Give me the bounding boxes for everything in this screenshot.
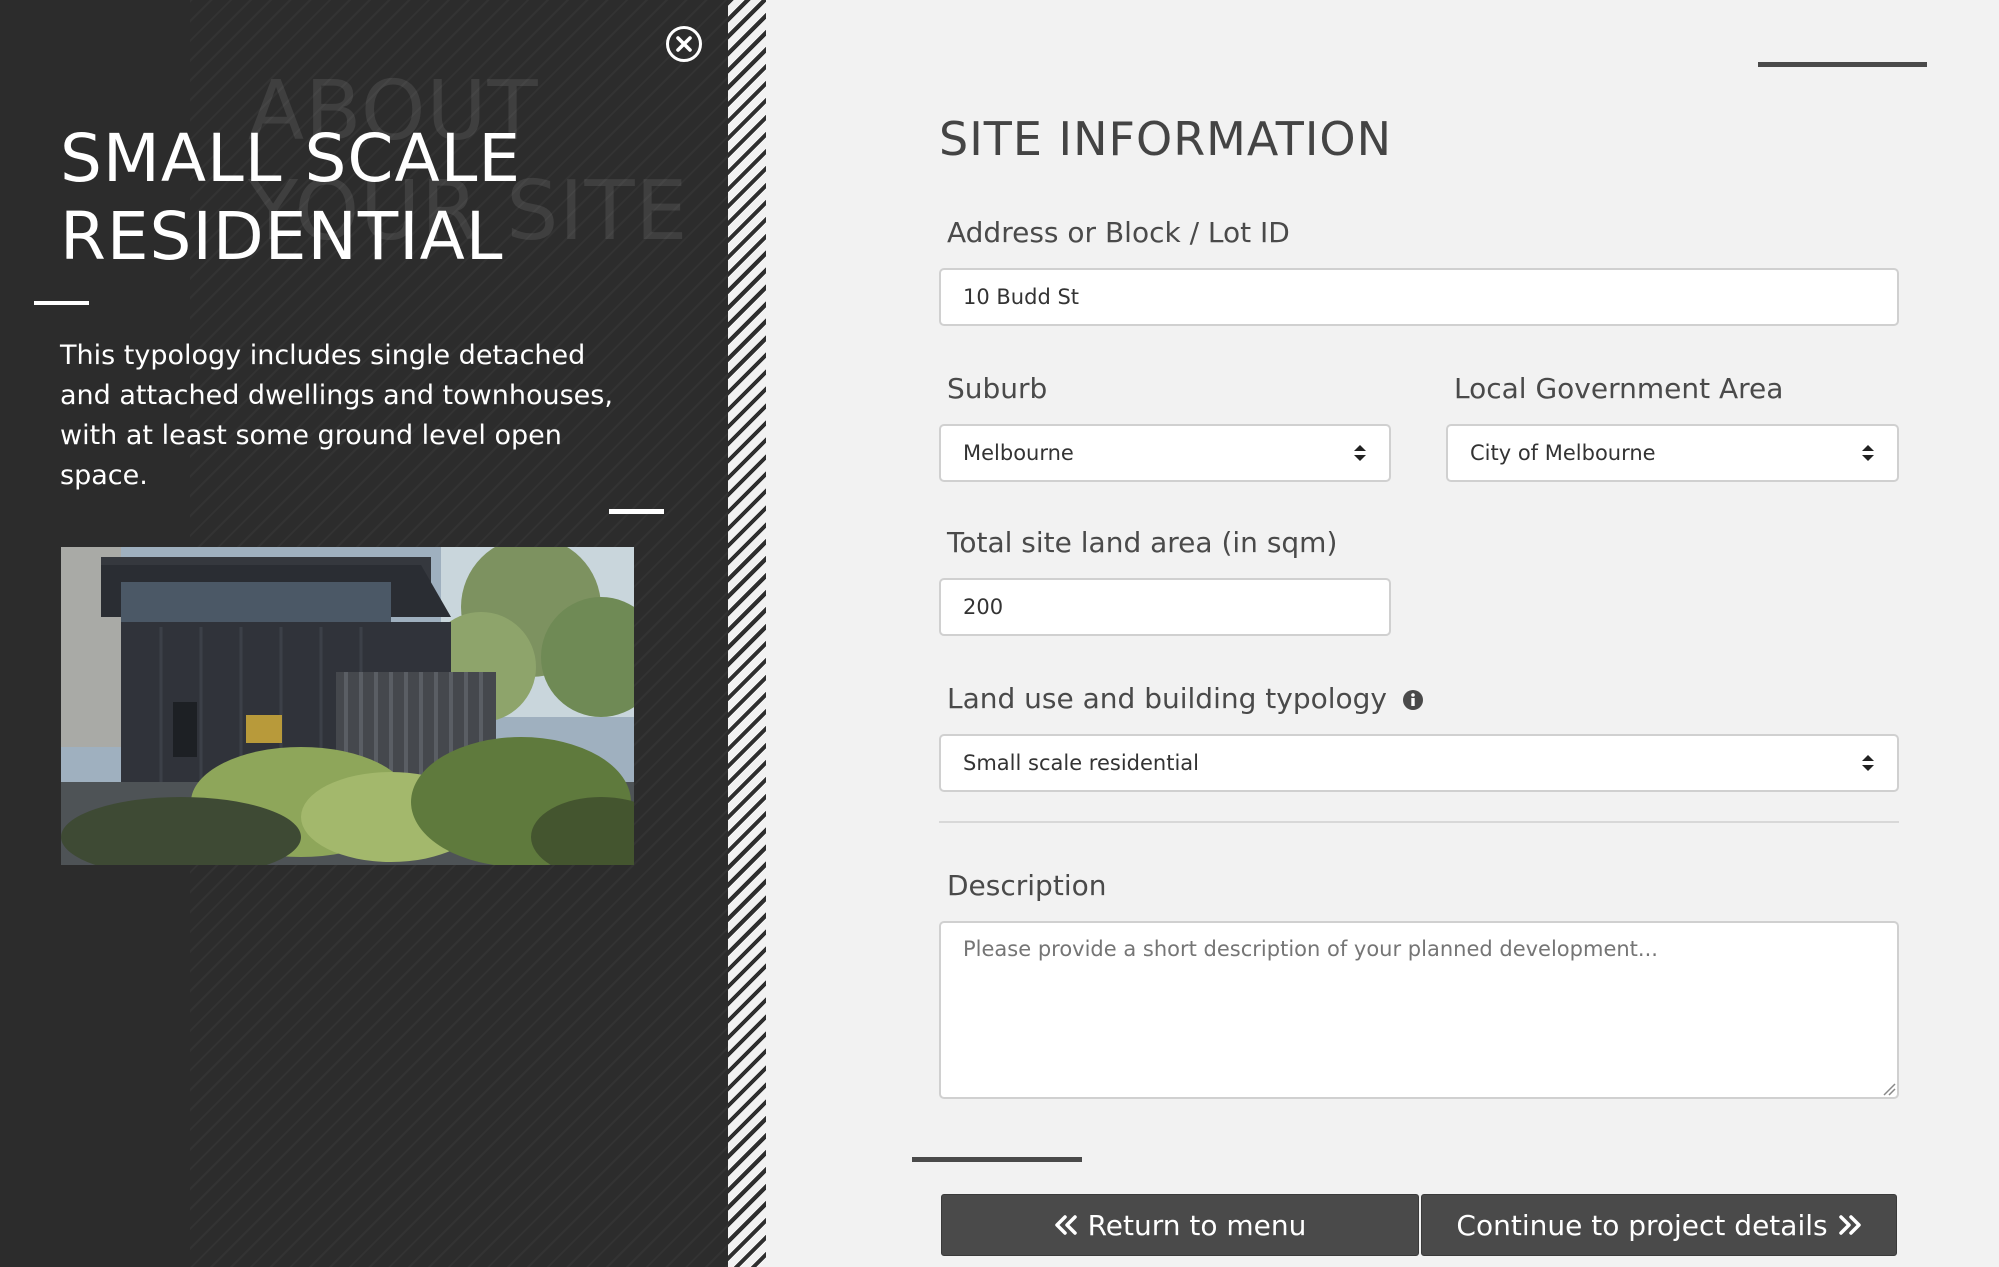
progress-indicator-bottom bbox=[912, 1157, 1082, 1162]
typology-label: Land use and building typology bbox=[947, 682, 1424, 715]
resize-handle-icon[interactable] bbox=[1882, 1082, 1896, 1096]
description-textarea[interactable] bbox=[939, 921, 1899, 1099]
lga-value: City of Melbourne bbox=[1470, 441, 1656, 465]
suburb-select[interactable]: Melbourne bbox=[939, 424, 1391, 482]
close-panel-button[interactable] bbox=[664, 24, 704, 64]
typology-photo bbox=[61, 547, 634, 865]
typology-description: This typology includes single detached a… bbox=[60, 340, 613, 491]
description-label: Description bbox=[947, 869, 1107, 902]
typology-info-panel: ABOUT YOUR SITE SMALL SCALE RESIDENTIAL … bbox=[0, 0, 728, 1267]
continue-label: Continue to project details bbox=[1456, 1208, 1828, 1242]
typology-title-line2: RESIDENTIAL bbox=[60, 198, 504, 275]
land-area-input[interactable] bbox=[939, 578, 1391, 636]
select-arrows-icon bbox=[1862, 755, 1874, 771]
typology-value: Small scale residential bbox=[963, 751, 1199, 775]
typology-label-text: Land use and building typology bbox=[947, 682, 1387, 715]
close-circle-icon bbox=[666, 26, 702, 62]
continue-button[interactable]: Continue to project details bbox=[1421, 1194, 1897, 1256]
lga-label: Local Government Area bbox=[1454, 372, 1784, 405]
description-divider bbox=[609, 509, 664, 514]
page-title: SITE INFORMATION bbox=[939, 112, 1393, 166]
suburb-label: Suburb bbox=[947, 372, 1048, 405]
double-chevron-left-icon bbox=[1054, 1215, 1077, 1235]
typology-title: SMALL SCALE RESIDENTIAL bbox=[60, 120, 660, 276]
return-to-menu-label: Return to menu bbox=[1087, 1208, 1307, 1242]
residential-building-image bbox=[61, 547, 634, 865]
section-divider bbox=[939, 821, 1899, 823]
title-divider bbox=[34, 301, 89, 305]
return-to-menu-button[interactable]: Return to menu bbox=[941, 1194, 1419, 1256]
panel-hatched-edge bbox=[728, 0, 766, 1267]
info-icon[interactable] bbox=[1402, 689, 1424, 711]
land-area-label: Total site land area (in sqm) bbox=[947, 526, 1338, 559]
typology-select[interactable]: Small scale residential bbox=[939, 734, 1899, 792]
address-input[interactable] bbox=[939, 268, 1899, 326]
select-arrows-icon bbox=[1862, 445, 1874, 461]
suburb-value: Melbourne bbox=[963, 441, 1074, 465]
lga-select[interactable]: City of Melbourne bbox=[1446, 424, 1899, 482]
progress-indicator bbox=[1758, 62, 1927, 67]
double-chevron-right-icon bbox=[1838, 1215, 1861, 1235]
address-label: Address or Block / Lot ID bbox=[947, 216, 1290, 249]
typology-title-line1: SMALL SCALE bbox=[60, 120, 522, 197]
select-arrows-icon bbox=[1354, 445, 1366, 461]
